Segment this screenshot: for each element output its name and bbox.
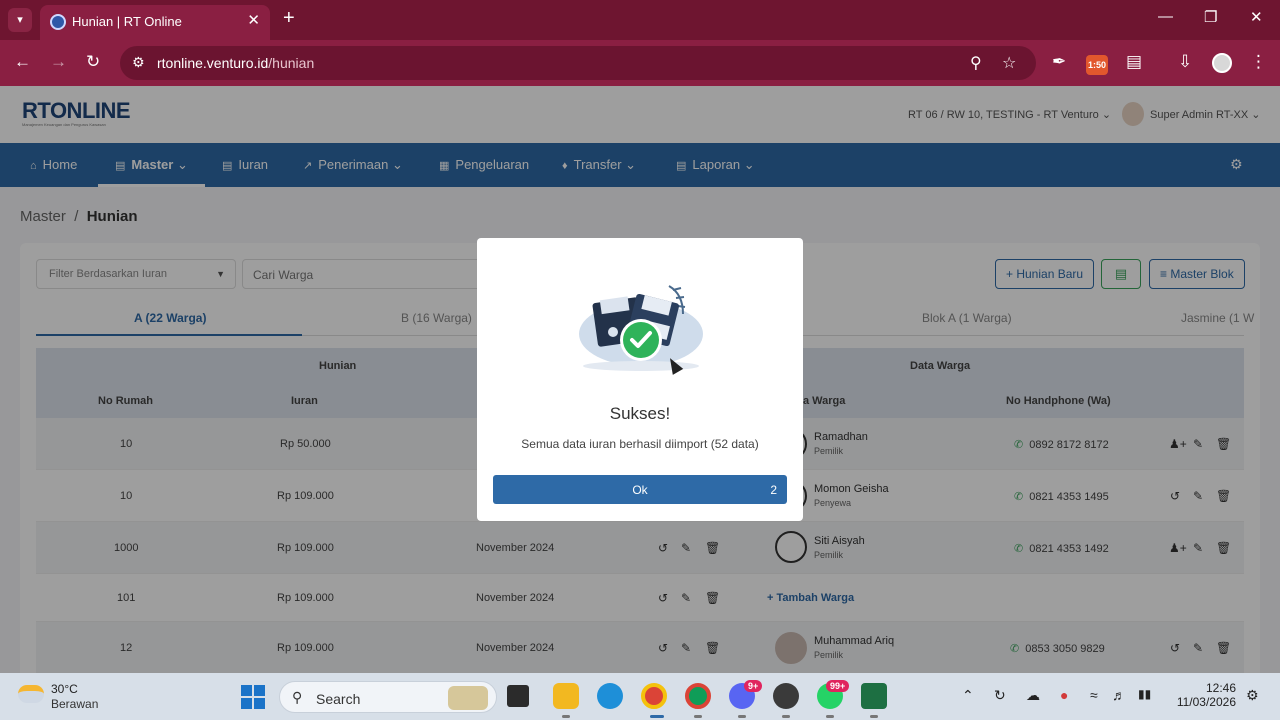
feather-extension-icon[interactable]: ✒ bbox=[1052, 52, 1066, 72]
zoom-search-icon[interactable]: ⚲ bbox=[970, 53, 982, 73]
search-highlight-image bbox=[448, 686, 488, 710]
taskbar-running-indicator bbox=[826, 715, 834, 718]
edge-browser-icon[interactable] bbox=[597, 683, 623, 709]
tab-search-button[interactable]: ▾ bbox=[8, 8, 32, 32]
browser-tab-bar: ▾ Hunian | RT Online ✕ + — ❐ ✕ bbox=[0, 0, 1280, 40]
taskbar-running-indicator bbox=[782, 715, 790, 718]
close-window-button[interactable]: ✕ bbox=[1250, 8, 1263, 26]
profile-avatar[interactable] bbox=[1212, 53, 1232, 73]
site-info-icon[interactable]: ⚙ bbox=[132, 54, 145, 71]
battery-icon[interactable]: ▮▮ bbox=[1138, 687, 1151, 701]
browser-tab-active[interactable]: Hunian | RT Online ✕ bbox=[40, 5, 270, 40]
address-bar[interactable]: ⚙ rtonline.venturo.id/hunian ⚲ ☆ bbox=[120, 46, 1036, 80]
success-modal: Sukses! Semua data iuran berhasil diimpo… bbox=[477, 238, 803, 521]
weather-condition[interactable]: Berawan bbox=[51, 697, 98, 711]
sync-icon[interactable]: ↻ bbox=[994, 687, 1006, 704]
ok-button[interactable]: Ok 2 bbox=[493, 475, 787, 504]
system-clock[interactable]: 12:46 11/03/2026 bbox=[1170, 681, 1236, 709]
taskbar-running-indicator bbox=[738, 715, 746, 718]
extension-timer-badge[interactable]: 1:50 bbox=[1086, 55, 1108, 75]
floppy-success-illustration bbox=[579, 285, 703, 371]
chrome-profile-icon[interactable] bbox=[685, 683, 711, 709]
tab-close-icon[interactable]: ✕ bbox=[247, 11, 260, 29]
chrome-icon[interactable] bbox=[641, 683, 667, 709]
excel-icon[interactable] bbox=[861, 683, 887, 709]
chrome-menu-icon[interactable]: ⋮ bbox=[1250, 52, 1267, 72]
search-icon: ⚲ bbox=[292, 689, 303, 705]
microphone-icon[interactable]: ● bbox=[1060, 687, 1068, 703]
show-hidden-icons-chevron-icon[interactable]: ⌃ bbox=[962, 687, 974, 704]
taskbar-running-indicator bbox=[870, 715, 878, 718]
url-text[interactable]: rtonline.venturo.id/hunian bbox=[157, 55, 314, 71]
site-favicon-icon bbox=[50, 14, 66, 30]
extensions-puzzle-icon[interactable]: ▤ bbox=[1126, 52, 1142, 72]
wifi-icon[interactable]: ≈ bbox=[1090, 687, 1098, 703]
restore-button[interactable]: ❐ bbox=[1204, 8, 1217, 26]
new-tab-button[interactable]: + bbox=[283, 7, 295, 30]
minimize-button[interactable]: — bbox=[1158, 8, 1173, 25]
weather-cloud-sun-icon[interactable] bbox=[18, 685, 44, 703]
bookmark-star-icon[interactable]: ☆ bbox=[1002, 53, 1016, 73]
tab-title: Hunian | RT Online bbox=[72, 14, 182, 29]
onedrive-cloud-icon[interactable]: ☁ bbox=[1026, 687, 1040, 704]
download-icon[interactable]: ⇩ bbox=[1178, 52, 1192, 72]
reload-button[interactable]: ↻ bbox=[86, 52, 100, 72]
taskbar-running-indicator bbox=[694, 715, 702, 718]
notification-icon[interactable]: ⚙ bbox=[1246, 687, 1259, 704]
discord-badge: 9+ bbox=[744, 680, 763, 692]
ok-countdown: 2 bbox=[770, 483, 777, 497]
taskbar-active-indicator bbox=[650, 715, 664, 718]
file-explorer-icon[interactable] bbox=[553, 683, 579, 709]
modal-message: Semua data iuran berhasil diimport (52 d… bbox=[521, 437, 759, 451]
chrome-dev-icon[interactable] bbox=[773, 683, 799, 709]
windows-taskbar: 30°C Berawan ⚲ Search 9+ 99+ ⌃ ↻ ☁ ● ≈ ♬… bbox=[0, 673, 1280, 720]
taskbar-search[interactable]: ⚲ Search bbox=[279, 681, 497, 713]
windows-start-icon[interactable] bbox=[241, 685, 265, 709]
volume-icon[interactable]: ♬ bbox=[1112, 687, 1126, 703]
forward-button[interactable]: → bbox=[50, 52, 67, 72]
modal-title: Sukses! bbox=[609, 404, 671, 423]
weather-temperature[interactable]: 30°C bbox=[51, 682, 78, 696]
task-view-icon[interactable] bbox=[507, 685, 529, 707]
back-button[interactable]: ← bbox=[14, 52, 31, 72]
taskbar-running-indicator bbox=[562, 715, 570, 718]
whatsapp-badge: 99+ bbox=[826, 680, 850, 692]
